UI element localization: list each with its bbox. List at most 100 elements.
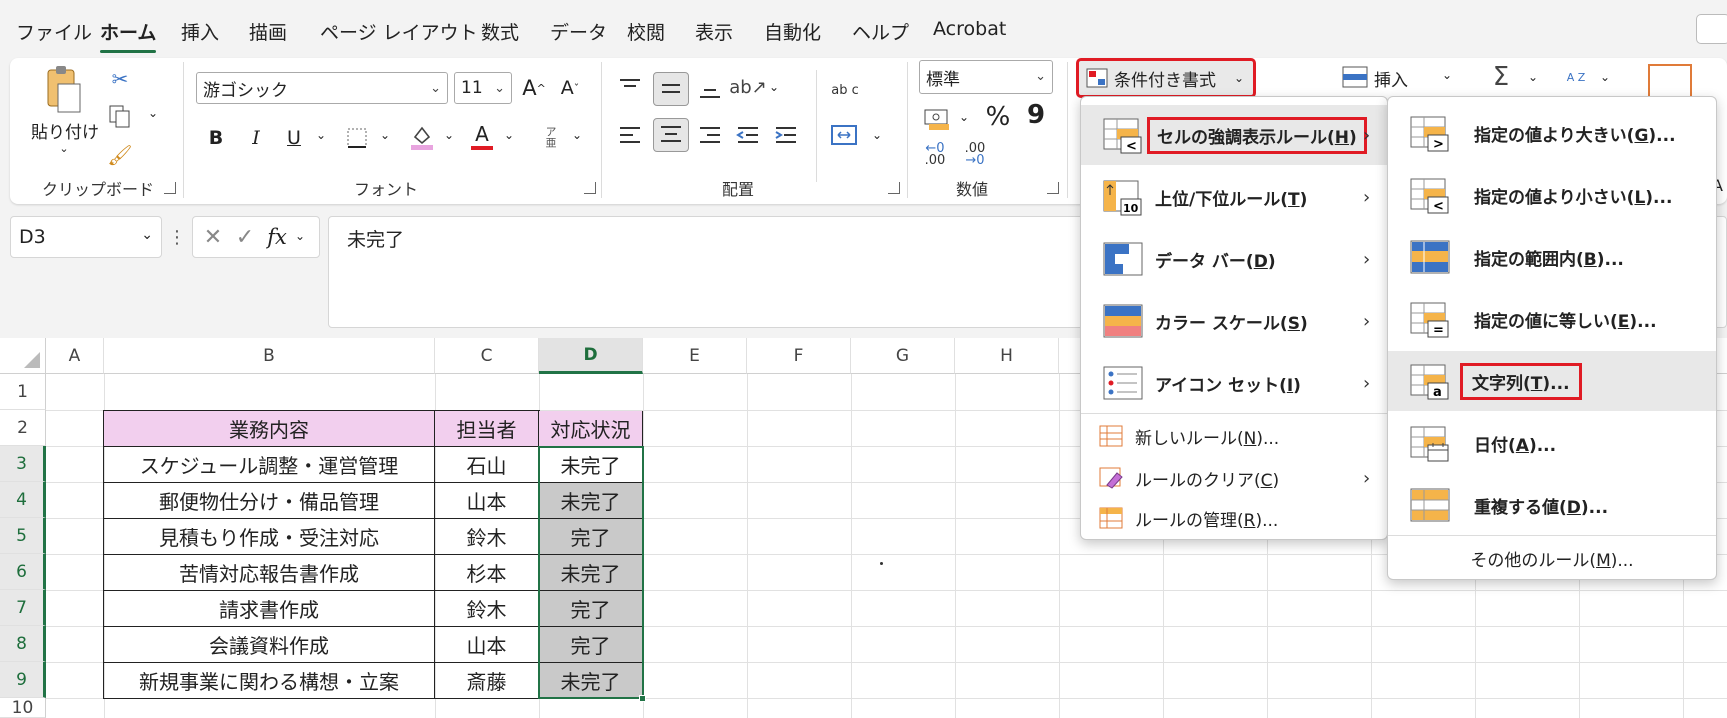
orientation-icon[interactable]: ab↗ [729,72,767,102]
tab-draw[interactable]: 描画 [249,18,287,45]
decrease-indent-icon[interactable] [735,124,765,150]
menu-item-top-bottom-rules[interactable]: 10 上位/下位ルール(T) › [1081,167,1387,227]
fill-handle[interactable] [639,695,646,702]
copy-icon[interactable] [106,104,134,130]
decrease-decimal-icon[interactable]: .00 →0 [960,142,990,168]
table-cell[interactable]: 石山 [435,447,539,483]
accounting-format-icon[interactable] [923,106,951,132]
selected-cell[interactable]: 未完了 [539,555,643,591]
row-header-4[interactable]: 4 [0,482,46,518]
row-header-2[interactable]: 2 [0,410,46,446]
paste-button[interactable]: 貼り付け [31,118,99,143]
submenu-item-duplicate[interactable]: 重複する値(D)... [1388,475,1716,535]
submenu-item-date[interactable]: 日付(A)... [1388,413,1716,473]
submenu-item-less-than[interactable]: < 指定の値より小さい(L)... [1388,165,1716,225]
table-cell[interactable]: 鈴木 [435,519,539,555]
tab-view[interactable]: 表示 [695,18,733,45]
borders-dropdown-icon[interactable]: ⌄ [378,128,392,142]
comma-style-button[interactable]: 9 [1024,100,1048,130]
merge-center-icon[interactable] [830,122,860,150]
header-cell[interactable]: 業務内容 [104,411,435,447]
number-format-select[interactable]: 標準 ⌄ [919,60,1053,94]
copy-dropdown-icon[interactable]: ⌄ [146,106,160,120]
insert-function-button[interactable]: fx [265,223,289,251]
column-header-f[interactable]: F [747,338,851,374]
sort-filter-button[interactable]: A Z [1556,62,1596,92]
font-color-button[interactable]: A [468,120,496,152]
align-bottom-icon[interactable] [697,76,727,102]
more-options-icon[interactable]: ⋮ [168,224,186,250]
sort-filter-dropdown-icon[interactable]: ⌄ [1598,70,1612,84]
table-cell[interactable]: 斎藤 [435,663,539,699]
conditional-formatting-button[interactable]: 条件付き書式 ⌄ [1076,58,1256,98]
tab-review[interactable]: 校閲 [627,18,665,45]
row-header-5[interactable]: 5 [0,518,46,554]
name-box[interactable]: D3 ⌄ [10,216,162,258]
tab-page-layout[interactable]: ページ レイアウト [320,18,478,45]
font-color-dropdown-icon[interactable]: ⌄ [502,128,516,142]
shrink-font-button[interactable]: Aˇ [556,74,584,102]
column-header-g[interactable]: G [851,338,955,374]
tab-acrobat[interactable]: Acrobat [933,18,1006,40]
table-cell[interactable]: 会議資料作成 [104,627,435,663]
furigana-button[interactable]: ア亜 [538,122,562,152]
menu-item-color-scales[interactable]: カラー スケール(S) › [1081,291,1387,351]
header-cell[interactable]: 担当者 [435,411,539,447]
column-header-b[interactable]: B [104,338,435,374]
table-cell[interactable]: 山本 [435,483,539,519]
header-cell[interactable]: 対応状況 [539,411,643,447]
column-header-e[interactable]: E [643,338,747,374]
table-cell[interactable]: 鈴木 [435,591,539,627]
underline-dropdown-icon[interactable]: ⌄ [314,128,328,142]
alignment-launcher-icon[interactable] [888,182,900,194]
row-header-3[interactable]: 3 [0,446,46,482]
menu-item-new-rule[interactable]: 新しいルール(N)... [1081,417,1387,455]
font-name-select[interactable]: 游ゴシック ⌄ [196,72,448,104]
selected-cell[interactable]: 完了 [539,627,643,663]
tab-help[interactable]: ヘルプ [852,18,909,45]
increase-indent-icon[interactable] [773,124,803,150]
increase-decimal-icon[interactable]: ←0.00 [920,142,950,168]
tab-insert[interactable]: 挿入 [181,18,219,45]
fill-color-icon[interactable] [408,122,436,152]
submenu-item-equal-to[interactable]: = 指定の値に等しい(E)... [1388,289,1716,349]
paste-dropdown-icon[interactable]: ⌄ [56,142,72,155]
table-cell[interactable]: スケジュール調整・運営管理 [104,447,435,483]
cut-icon[interactable]: ✂ [106,66,134,92]
italic-button[interactable]: I [244,124,268,152]
menu-item-highlight-rules[interactable]: < セルの強調表示ルール(H) › [1081,105,1387,165]
insert-cells-button[interactable]: 挿入 ⌄ [1326,58,1498,98]
table-cell[interactable]: 請求書作成 [104,591,435,627]
autosum-button[interactable]: Σ [1486,62,1516,92]
accounting-dropdown-icon[interactable]: ⌄ [957,110,971,124]
tab-formulas[interactable]: 数式 [481,18,519,45]
row-header-9[interactable]: 9 [0,662,46,698]
selected-cell[interactable]: 未完了 [539,483,643,519]
format-painter-icon[interactable]: 🖌 [106,142,134,168]
font-size-select[interactable]: 11 ⌄ [454,72,512,104]
submenu-item-more-rules[interactable]: その他のルール(M)... [1388,539,1716,577]
percent-button[interactable]: % [983,102,1013,132]
table-cell[interactable]: 見積もり作成・受注対応 [104,519,435,555]
align-center-icon[interactable] [653,118,689,152]
selected-cell[interactable]: 完了 [539,519,643,555]
column-header-a[interactable]: A [46,338,104,374]
tab-data[interactable]: データ [550,18,607,45]
menu-item-clear-rules[interactable]: ルールのクリア(C) › [1081,459,1387,497]
tab-home[interactable]: ホーム [100,18,157,53]
row-header-10[interactable]: 10 [0,698,46,718]
menu-item-data-bars[interactable]: データ バー(D) › [1081,229,1387,289]
column-header-h[interactable]: H [955,338,1059,374]
fill-color-dropdown-icon[interactable]: ⌄ [442,128,456,142]
underline-button[interactable]: U [282,124,306,152]
orientation-dropdown-icon[interactable]: ⌄ [767,80,781,94]
align-left-icon[interactable] [617,124,647,150]
font-launcher-icon[interactable] [584,182,596,194]
borders-icon[interactable] [344,124,370,152]
align-top-icon[interactable] [617,76,647,102]
menu-item-icon-sets[interactable]: アイコン セット(I) › [1081,353,1387,413]
align-right-icon[interactable] [697,124,727,150]
row-header-6[interactable]: 6 [0,554,46,590]
cancel-icon[interactable]: ✕ [201,223,225,251]
table-cell[interactable]: 杉本 [435,555,539,591]
